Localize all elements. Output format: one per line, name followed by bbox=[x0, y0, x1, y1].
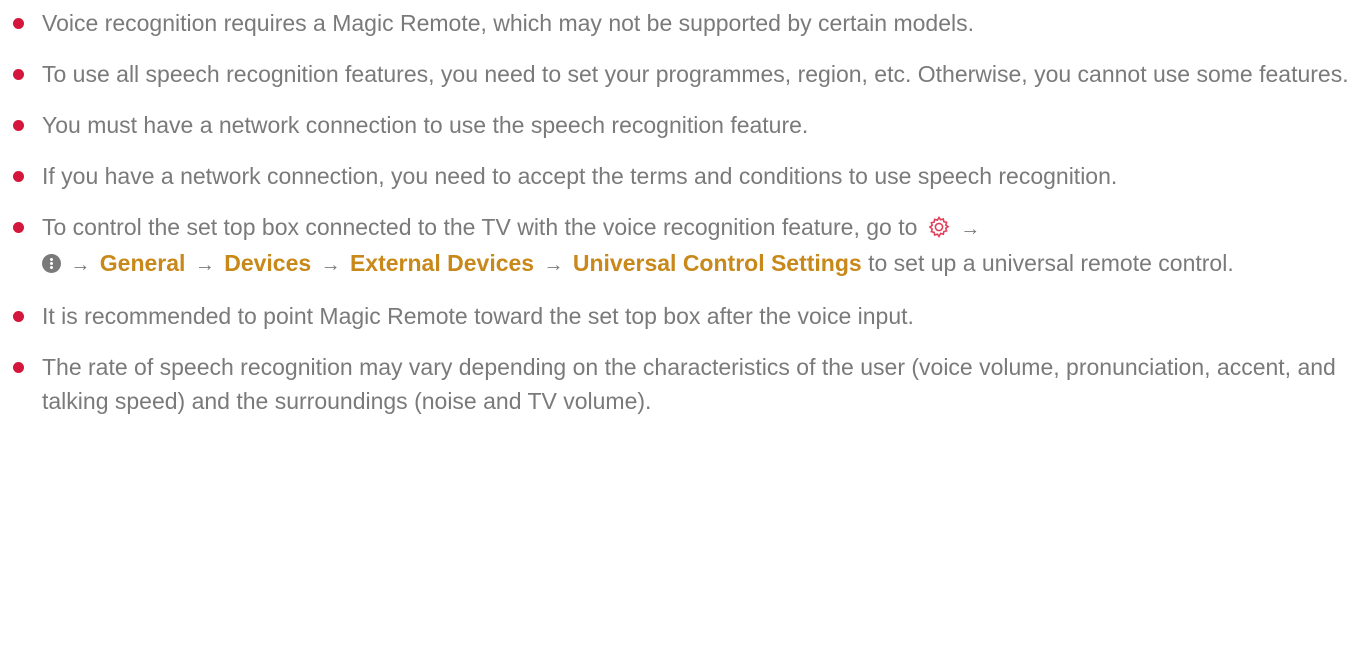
bullet-icon bbox=[13, 120, 24, 131]
note-item: If you have a network connection, you ne… bbox=[0, 159, 1371, 193]
note-text-before: To control the set top box connected to … bbox=[42, 214, 918, 240]
bullet-icon bbox=[13, 69, 24, 80]
arrow-icon: → bbox=[194, 254, 215, 276]
note-item-settings-path: To control the set top box connected to … bbox=[0, 210, 1371, 282]
bullet-icon bbox=[13, 311, 24, 322]
arrow-icon: → bbox=[70, 254, 91, 276]
note-item: It is recommended to point Magic Remote … bbox=[0, 299, 1371, 333]
bullet-icon bbox=[13, 171, 24, 182]
bullet-icon bbox=[13, 222, 24, 233]
note-text-after: to set up a universal remote control. bbox=[868, 250, 1234, 276]
settings-gear-icon bbox=[928, 216, 950, 239]
path-external-devices: External Devices bbox=[349, 250, 535, 276]
note-text: The rate of speech recognition may vary … bbox=[42, 354, 1336, 414]
path-universal-control-settings: Universal Control Settings bbox=[572, 250, 862, 276]
bullet-icon bbox=[13, 362, 24, 373]
bullet-icon bbox=[13, 18, 24, 29]
note-text: Voice recognition requires a Magic Remot… bbox=[42, 10, 974, 36]
note-item: The rate of speech recognition may vary … bbox=[0, 350, 1371, 418]
note-item: Voice recognition requires a Magic Remot… bbox=[0, 6, 1371, 40]
note-text: You must have a network connection to us… bbox=[42, 112, 809, 138]
path-devices: Devices bbox=[224, 250, 312, 276]
arrow-icon: → bbox=[320, 254, 341, 276]
note-text: It is recommended to point Magic Remote … bbox=[42, 303, 914, 329]
notes-list: Voice recognition requires a Magic Remot… bbox=[0, 0, 1371, 418]
arrow-icon: → bbox=[960, 218, 981, 240]
more-options-icon bbox=[42, 254, 61, 273]
arrow-icon: → bbox=[543, 254, 564, 276]
note-item: To use all speech recognition features, … bbox=[0, 57, 1371, 91]
note-text: If you have a network connection, you ne… bbox=[42, 163, 1118, 189]
note-text: To use all speech recognition features, … bbox=[42, 61, 1349, 87]
note-item: You must have a network connection to us… bbox=[0, 108, 1371, 142]
path-general: General bbox=[99, 250, 186, 276]
